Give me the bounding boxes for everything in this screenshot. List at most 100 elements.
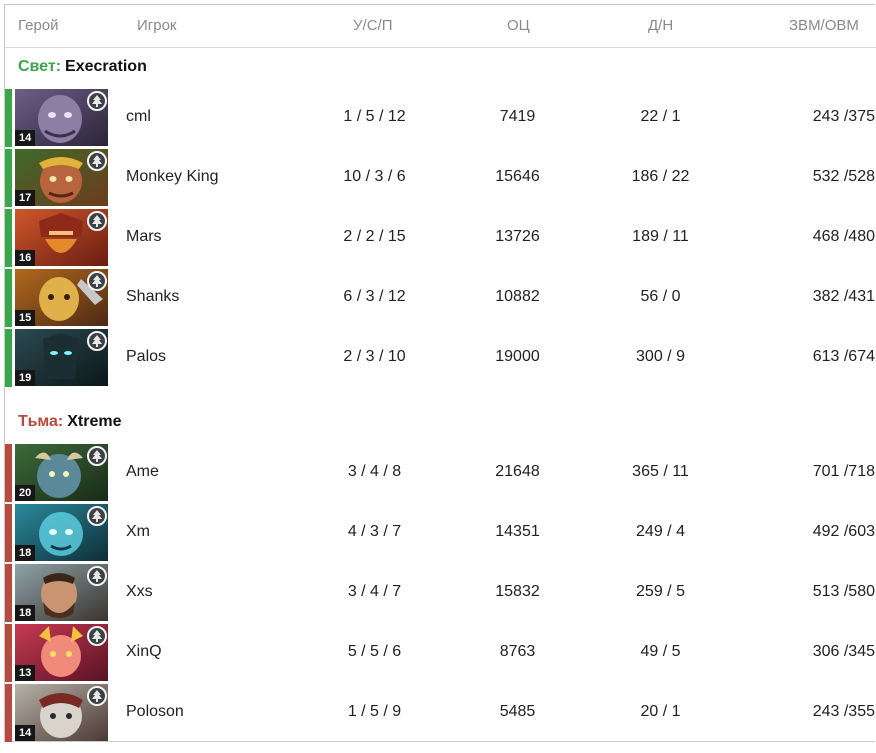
tree-icon — [87, 566, 107, 586]
tree-icon — [87, 331, 107, 351]
player-networth: 7419 — [499, 108, 536, 125]
player-row[interactable]: 13 XinQ 5 / 5 / 6 8763 49 / 5 306 /345 — [5, 624, 876, 682]
hero-level-badge: 19 — [15, 370, 36, 386]
hero-level-badge: 14 — [15, 725, 36, 741]
hero-portrait[interactable]: 14 — [15, 89, 108, 146]
player-gpm-xpm: 532 /528 — [812, 168, 875, 185]
player-gpm-xpm: 306 /345 — [812, 643, 875, 660]
hero-portrait[interactable]: 16 — [15, 209, 108, 266]
player-name[interactable]: XinQ — [126, 643, 162, 661]
player-row[interactable]: 15 Shanks 6 / 3 / 12 10882 56 / 0 382 /4… — [5, 269, 876, 327]
team-name[interactable]: Xtreme — [67, 413, 121, 430]
player-row[interactable]: 14 cml 1 / 5 / 12 7419 22 / 1 243 /375 — [5, 89, 876, 147]
team-color-bar — [5, 444, 12, 502]
header-gpm-xpm[interactable]: ЗВМ/ОВМ — [789, 17, 859, 34]
team-color-bar — [5, 504, 12, 562]
player-row[interactable]: 17 Monkey King 10 / 3 / 6 15646 186 / 22… — [5, 149, 876, 207]
team-title-light: Свет: Execration — [18, 58, 147, 76]
hero-level-badge: 13 — [15, 665, 36, 681]
player-lasthits: 300 / 9 — [636, 348, 685, 365]
player-name[interactable]: Palos — [126, 348, 166, 366]
tree-icon — [87, 151, 107, 171]
player-gpm-xpm: 468 /480 — [812, 228, 875, 245]
tree-icon — [87, 91, 107, 111]
player-name[interactable]: Shanks — [126, 288, 179, 306]
player-lasthits: 49 / 5 — [640, 643, 681, 660]
player-lasthits: 22 / 1 — [640, 108, 681, 125]
player-lasthits: 20 / 1 — [640, 703, 681, 720]
player-name[interactable]: Monkey King — [126, 168, 219, 186]
player-kda: 10 / 3 / 6 — [343, 168, 406, 185]
team-color-bar — [5, 149, 12, 207]
header-networth[interactable]: ОЦ — [507, 17, 530, 34]
player-row[interactable]: 14 Poloson 1 / 5 / 9 5485 20 / 1 243 /35… — [5, 684, 876, 742]
player-name[interactable]: Poloson — [126, 703, 184, 721]
player-kda: 3 / 4 / 7 — [347, 583, 402, 600]
player-gpm-xpm: 513 /580 — [812, 583, 875, 600]
hero-portrait[interactable]: 15 — [15, 269, 108, 326]
player-lasthits: 259 / 5 — [636, 583, 685, 600]
player-kda: 6 / 3 / 12 — [343, 288, 406, 305]
team-color-bar — [5, 269, 12, 327]
hero-portrait[interactable]: 13 — [15, 624, 108, 681]
hero-portrait[interactable]: 20 — [15, 444, 108, 501]
tree-icon — [87, 271, 107, 291]
tree-icon — [87, 506, 107, 526]
player-kda: 4 / 3 / 7 — [347, 523, 402, 540]
player-networth: 8763 — [499, 643, 536, 660]
player-gpm-xpm: 701 /718 — [812, 463, 875, 480]
player-networth: 19000 — [495, 348, 540, 365]
player-lasthits: 186 / 22 — [631, 168, 690, 185]
player-networth: 5485 — [499, 703, 536, 720]
tree-icon — [87, 626, 107, 646]
player-networth: 15832 — [495, 583, 540, 600]
hero-level-badge: 14 — [15, 130, 36, 146]
player-row[interactable]: 18 Xm 4 / 3 / 7 14351 249 / 4 492 /603 — [5, 504, 876, 562]
team-color-bar — [5, 564, 12, 622]
team-side-label: Свет: — [18, 58, 62, 75]
hero-portrait[interactable]: 17 — [15, 149, 108, 206]
player-row[interactable]: 18 Xxs 3 / 4 / 7 15832 259 / 5 513 /580 — [5, 564, 876, 622]
player-kda: 1 / 5 / 9 — [347, 703, 402, 720]
player-networth: 15646 — [495, 168, 540, 185]
player-name[interactable]: Xxs — [126, 583, 153, 601]
hero-level-badge: 20 — [15, 485, 36, 501]
player-gpm-xpm: 243 /375 — [812, 108, 875, 125]
player-row[interactable]: 19 Palos 2 / 3 / 10 19000 300 / 9 613 /6… — [5, 329, 876, 387]
team-color-bar — [5, 209, 12, 267]
tree-icon — [87, 211, 107, 231]
hero-level-badge: 15 — [15, 310, 36, 326]
header-kda[interactable]: У/С/П — [353, 17, 392, 34]
player-row[interactable]: 16 Mars 2 / 2 / 15 13726 189 / 11 468 /4… — [5, 209, 876, 267]
team-color-bar — [5, 684, 12, 742]
hero-portrait[interactable]: 18 — [15, 504, 108, 561]
team-color-bar — [5, 89, 12, 147]
hero-portrait[interactable]: 19 — [15, 329, 108, 386]
header-hero[interactable]: Герой — [18, 17, 59, 34]
hero-portrait[interactable]: 14 — [15, 684, 108, 741]
tree-icon — [87, 686, 107, 706]
table-header: Герой Игрок У/С/П ОЦ Д/Н ЗВМ/ОВМ — [5, 5, 876, 48]
team-color-bar — [5, 329, 12, 387]
player-name[interactable]: Ame — [126, 463, 159, 481]
team-name[interactable]: Execration — [65, 58, 147, 75]
team-title-dark: Тьма: Xtreme — [18, 413, 122, 431]
header-player[interactable]: Игрок — [137, 17, 177, 34]
hero-level-badge: 16 — [15, 250, 36, 266]
team-color-bar — [5, 624, 12, 682]
player-name[interactable]: Mars — [126, 228, 162, 246]
hero-portrait[interactable]: 18 — [15, 564, 108, 621]
player-row[interactable]: 20 Ame 3 / 4 / 8 21648 365 / 11 701 /718 — [5, 444, 876, 502]
player-kda: 5 / 5 / 6 — [347, 643, 402, 660]
player-lasthits: 249 / 4 — [636, 523, 685, 540]
header-lasthits[interactable]: Д/Н — [648, 17, 673, 34]
player-kda: 3 / 4 / 8 — [347, 463, 402, 480]
player-name[interactable]: Xm — [126, 523, 150, 541]
player-lasthits: 365 / 11 — [632, 463, 689, 480]
hero-level-badge: 18 — [15, 605, 36, 621]
player-gpm-xpm: 382 /431 — [812, 288, 875, 305]
player-lasthits: 189 / 11 — [632, 228, 689, 245]
player-gpm-xpm: 613 /674 — [812, 348, 875, 365]
player-name[interactable]: cml — [126, 108, 151, 126]
player-networth: 21648 — [495, 463, 540, 480]
